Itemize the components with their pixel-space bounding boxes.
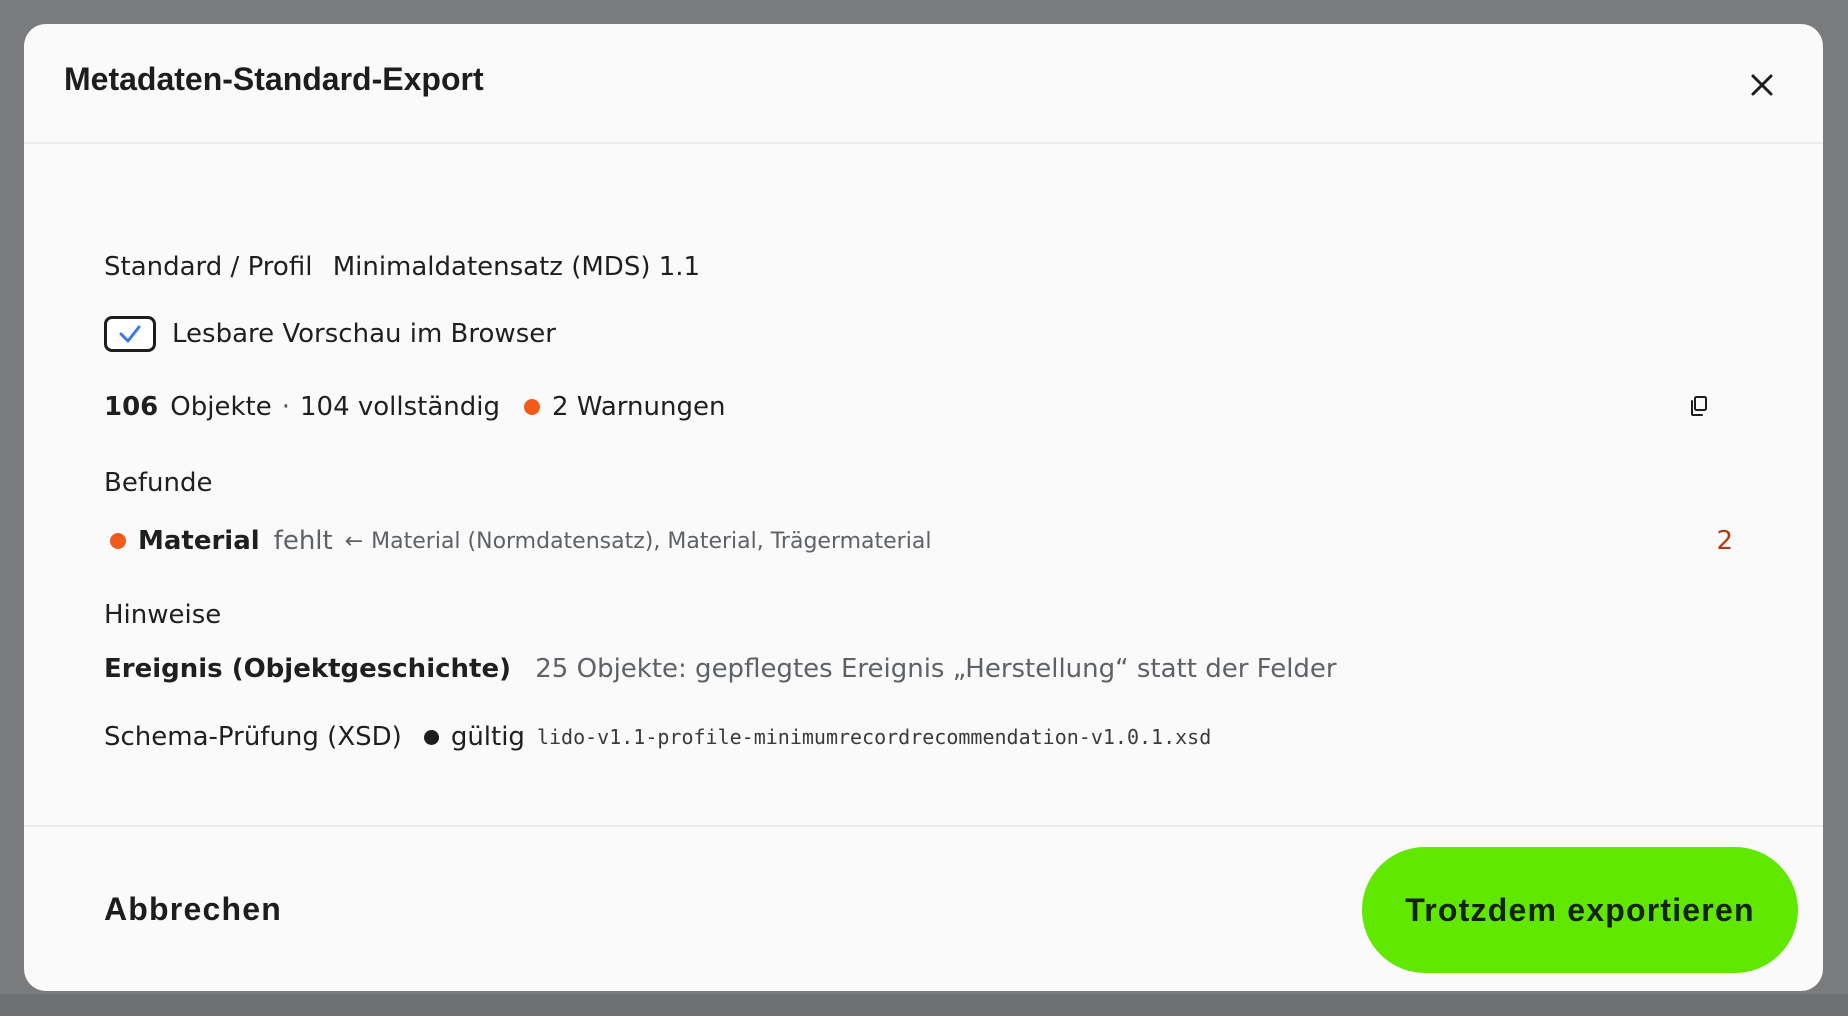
- copy-icon: [1691, 396, 1707, 416]
- cancel-button[interactable]: Abbrechen: [104, 891, 282, 928]
- findings-heading: Befunde: [104, 468, 213, 498]
- background-page-edge: [1824, 0, 1848, 1016]
- arrow-left-icon: ←: [344, 528, 364, 554]
- hint-item: Ereignis (Objektgeschichte) 25 Objekte: …: [104, 654, 1337, 684]
- schema-row: Schema-Prüfung (XSD) gültig lido-v1.1-pr…: [104, 722, 1211, 752]
- finding-item[interactable]: Material fehlt ← Material (Normdatensatz…: [104, 526, 1743, 556]
- preview-label: Lesbare Vorschau im Browser: [172, 319, 556, 349]
- schema-status: gültig: [450, 722, 525, 752]
- profile-label: Standard / Profil: [104, 252, 313, 282]
- summary-row: 106 Objekte · 104 vollständig 2 Warnunge…: [104, 392, 1743, 422]
- hint-text: 25 Objekte: gepflegtes Ereignis „Herstel…: [535, 654, 1337, 684]
- finding-count: 2: [1716, 526, 1733, 556]
- warnings-summary: 2 Warnungen: [524, 392, 725, 422]
- warning-dot-icon: [524, 399, 540, 415]
- export-anyway-button[interactable]: Trotzdem exportieren: [1362, 847, 1798, 973]
- summary-separator: ·: [281, 392, 290, 422]
- hints-heading: Hinweise: [104, 600, 222, 630]
- warnings-label: 2 Warnungen: [552, 392, 726, 422]
- finding-status: fehlt: [273, 526, 333, 556]
- hint-field: Ereignis (Objektgeschichte): [104, 654, 511, 684]
- close-button[interactable]: [1741, 64, 1783, 106]
- background-page-bottom: [0, 994, 1848, 1016]
- schema-file: lido-v1.1-profile-minimumrecordrecommend…: [536, 725, 1212, 749]
- checkmark-icon: [119, 325, 141, 343]
- finding-sources: Material (Normdatensatz), Material, Träg…: [371, 528, 932, 554]
- object-count: 106: [104, 392, 159, 422]
- dialog-header: Metadaten-Standard-Export: [24, 24, 1823, 144]
- preview-option[interactable]: Lesbare Vorschau im Browser: [104, 316, 556, 352]
- finding-field: Material: [138, 526, 260, 556]
- complete-count: 104 vollständig: [299, 392, 500, 422]
- profile-value: Minimaldatensatz (MDS) 1.1: [332, 252, 701, 282]
- close-icon: [1751, 74, 1773, 96]
- schema-status-dot-icon: [423, 729, 439, 745]
- finding-warning-dot-icon: [110, 533, 126, 549]
- objects-label: Objekte: [170, 392, 272, 422]
- profile-row: Standard / Profil Minimaldatensatz (MDS)…: [104, 252, 700, 282]
- export-dialog: Metadaten-Standard-Export Standard / Pro…: [24, 24, 1823, 991]
- dialog-title: Metadaten-Standard-Export: [64, 61, 484, 97]
- dialog-footer: Abbrechen Trotzdem exportieren: [24, 825, 1823, 991]
- preview-checkbox[interactable]: [104, 316, 156, 352]
- copy-button[interactable]: [1683, 390, 1715, 422]
- schema-label: Schema-Prüfung (XSD): [104, 722, 402, 752]
